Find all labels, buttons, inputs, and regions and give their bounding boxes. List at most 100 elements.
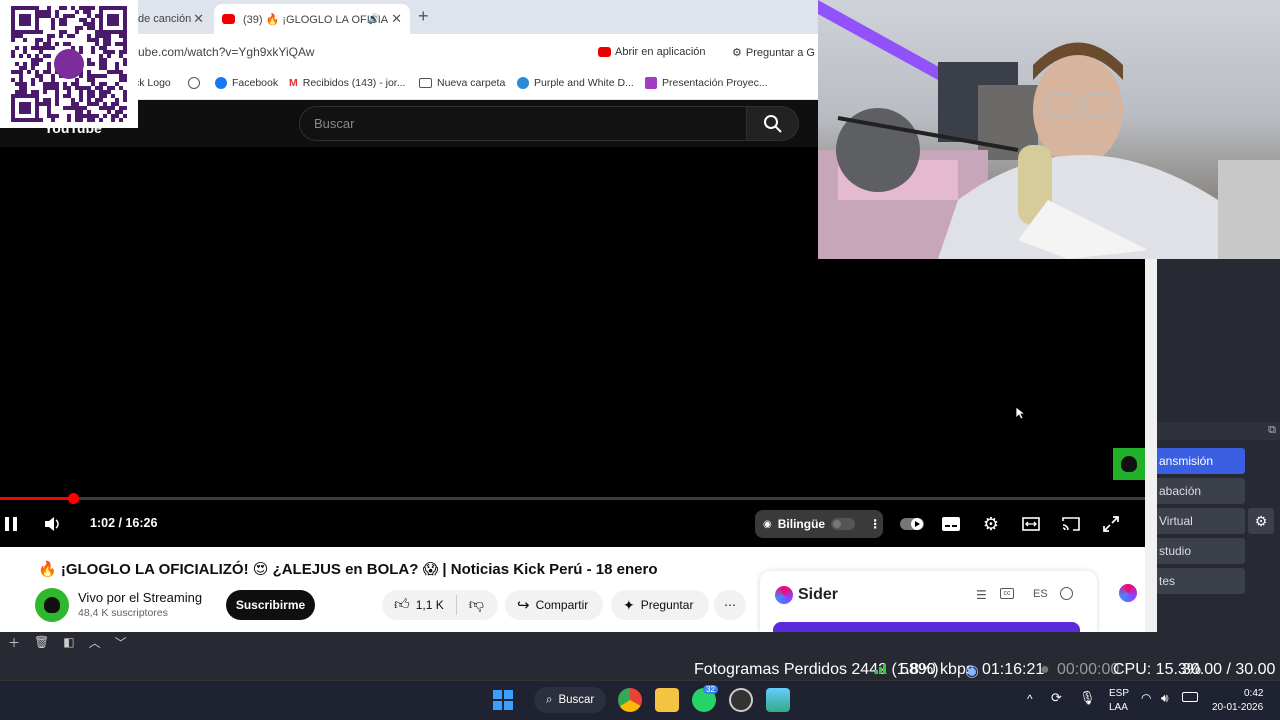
obs-scene-toolbar: ＋ 🗑︎ ◧ ︿ ﹀ xyxy=(0,632,1157,652)
bookmark-canva[interactable]: Purple and White D... xyxy=(517,77,634,89)
autoplay-toggle[interactable] xyxy=(899,514,925,534)
yape-qr-code xyxy=(0,0,138,128)
bilingual-label: Bilingüe xyxy=(777,517,826,531)
obs-icon[interactable] xyxy=(729,688,753,712)
search-button[interactable] xyxy=(747,106,799,141)
bookmark-folder[interactable]: Nueva carpeta xyxy=(419,77,505,89)
sider-language[interactable]: ES xyxy=(1033,588,1048,600)
language-bottom[interactable]: LAA xyxy=(1109,702,1128,713)
tab-youtube[interactable]: (39) 🔥 ¡GLOGLO LA OFICIA 🔊 ✕ xyxy=(214,4,410,34)
subscribe-button[interactable]: Suscribirme xyxy=(226,590,315,620)
cast-button[interactable] xyxy=(1061,514,1081,534)
channel-avatar[interactable] xyxy=(35,588,69,622)
file-explorer-icon[interactable] xyxy=(655,688,679,712)
more-actions-button[interactable]: ⋯ xyxy=(714,590,746,620)
volume-button[interactable] xyxy=(42,514,62,534)
url-input[interactable]: ube.com/watch?v=Ygh9xkYiQAw xyxy=(138,45,314,59)
channel-name[interactable]: Vivo por el Streaming xyxy=(78,590,202,605)
tray-chevron-up-icon[interactable]: ^ xyxy=(1027,692,1033,706)
chrome-icon[interactable] xyxy=(618,688,642,712)
start-streaming-button[interactable]: ansmisión xyxy=(1157,448,1245,474)
ask-button[interactable]: ✦ Preguntar xyxy=(611,590,709,620)
studio-mode-button[interactable]: studio xyxy=(1157,538,1245,564)
signal-icon xyxy=(875,661,889,679)
sync-icon[interactable]: ⟳ xyxy=(1051,690,1062,706)
cast-icon xyxy=(1062,517,1080,531)
clock-date[interactable]: 20-01-2026 xyxy=(1212,702,1263,713)
subscriber-count: 48,4 K suscriptores xyxy=(78,607,168,619)
tab-title: (39) 🔥 ¡GLOGLO LA OFICIA xyxy=(243,13,389,26)
open-in-app-label: Abrir en aplicación xyxy=(615,46,706,58)
page-scrollbar[interactable] xyxy=(1145,259,1157,632)
open-in-app-button[interactable]: Abrir en aplicación xyxy=(598,46,706,58)
trash-icon[interactable]: 🗑︎ xyxy=(34,635,49,649)
battery-icon[interactable] xyxy=(1182,692,1198,702)
like-button[interactable]: 👍︎ 1,1 K xyxy=(394,596,444,614)
volume-icon[interactable]: 🔊︎ xyxy=(1161,691,1169,706)
start-button[interactable] xyxy=(493,690,513,715)
sider-floating-icon[interactable] xyxy=(1119,584,1137,602)
chevron-up-icon[interactable]: ︿ xyxy=(89,634,101,651)
whatsapp-badge: 32 xyxy=(703,685,718,694)
tab-songs[interactable]: de canción ✕ xyxy=(130,4,212,34)
taskbar-search[interactable]: ⌕ Buscar xyxy=(534,687,607,713)
presentation-icon xyxy=(645,77,657,89)
undock-icon[interactable]: ⧉ xyxy=(1268,424,1276,437)
bookmark-label: Presentación Proyec... xyxy=(662,77,768,89)
close-icon[interactable]: ✕ xyxy=(391,11,402,27)
language-top[interactable]: ESP xyxy=(1109,688,1129,699)
list-icon[interactable]: ☰ xyxy=(976,588,987,602)
progress-fill xyxy=(0,497,73,500)
windows-icon xyxy=(493,690,513,710)
share-button[interactable]: ↪ Compartir xyxy=(505,590,603,620)
search-input[interactable]: Buscar xyxy=(299,106,747,141)
like-dislike-group: 👍︎ 1,1 K 👎︎ xyxy=(382,590,498,620)
gear-icon: ⚙ xyxy=(1254,512,1268,529)
chevron-down-icon[interactable]: ﹀ xyxy=(115,634,127,651)
settings-button[interactable]: tes xyxy=(1157,568,1245,594)
webcam-image xyxy=(818,0,1280,259)
close-icon[interactable]: ✕ xyxy=(193,11,204,27)
add-icon[interactable]: ＋ xyxy=(8,634,20,651)
virtual-camera-button[interactable]: Virtual xyxy=(1157,508,1245,534)
pause-button[interactable] xyxy=(2,514,20,534)
photos-icon[interactable] xyxy=(766,688,790,712)
start-recording-button[interactable]: abación xyxy=(1157,478,1245,504)
bookmark-label: ck Logo xyxy=(134,77,171,89)
record-icon: ● xyxy=(1040,661,1050,678)
record-time: 00:00:00 xyxy=(1057,661,1120,678)
sider-action-bar[interactable] xyxy=(773,622,1080,632)
bilingual-toggle[interactable]: ◉ Bilingüe ⋮ xyxy=(755,510,883,538)
filter-icon[interactable]: ◧ xyxy=(63,635,74,649)
theater-icon xyxy=(1022,517,1040,531)
bookmark-gmail[interactable]: M Recibidos (143) - jor... xyxy=(289,77,405,89)
clock-time[interactable]: 0:42 xyxy=(1244,688,1263,699)
wifi-icon[interactable]: ◠ xyxy=(1141,691,1151,705)
progress-bar[interactable] xyxy=(0,497,1145,500)
bookmark-facebook[interactable]: Facebook xyxy=(215,77,278,89)
time-display: 1:02 / 16:26 xyxy=(90,516,158,530)
ask-gemini-button[interactable]: ⚙ Preguntar a G xyxy=(732,46,815,60)
toggle-switch[interactable] xyxy=(831,518,856,530)
theater-mode-button[interactable] xyxy=(1021,514,1041,534)
microphone-icon[interactable]: 🎙︎ xyxy=(1079,690,1096,706)
virtual-camera-settings-button[interactable]: ⚙ xyxy=(1248,508,1274,534)
canva-icon xyxy=(517,77,529,89)
bookmark-presentation[interactable]: Presentación Proyec... xyxy=(645,77,768,89)
settings-button[interactable]: ⚙ xyxy=(981,514,1001,534)
settings-circle-icon[interactable] xyxy=(1060,587,1073,600)
bookmark-kick-logo[interactable]: ck Logo xyxy=(134,77,171,89)
progress-scrubber[interactable] xyxy=(68,493,79,504)
new-tab-button[interactable]: + xyxy=(418,6,429,27)
fullscreen-button[interactable] xyxy=(1101,514,1121,534)
cc-icon[interactable]: cc xyxy=(1000,588,1014,599)
sider-title: Sider xyxy=(798,586,839,603)
search-icon: ⌕ xyxy=(546,693,553,706)
taskbar-search-label: Buscar xyxy=(558,694,595,706)
kebab-icon[interactable]: ⋮ xyxy=(869,517,881,531)
dislike-button[interactable]: 👎︎ xyxy=(469,596,484,614)
subtitles-button[interactable] xyxy=(941,514,961,534)
qr-code-image xyxy=(11,6,127,122)
globe-icon[interactable] xyxy=(188,77,200,89)
share-icon: ↪ xyxy=(517,597,530,614)
